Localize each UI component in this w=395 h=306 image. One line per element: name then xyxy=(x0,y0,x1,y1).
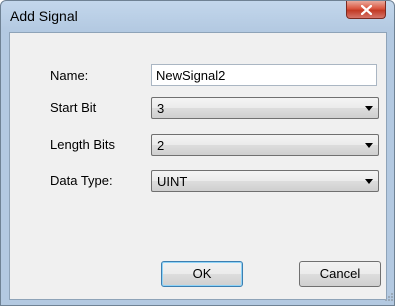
resize-grip[interactable] xyxy=(385,293,393,301)
data-type-select[interactable]: UINT xyxy=(151,170,379,192)
name-input[interactable]: NewSignal2 xyxy=(151,64,377,86)
cancel-button[interactable]: Cancel xyxy=(299,261,381,287)
chevron-down-icon xyxy=(365,143,373,148)
dialog-body: Name: NewSignal2 Start Bit 3 Length Bits… xyxy=(9,32,387,300)
dialog-title: Add Signal xyxy=(10,8,78,24)
start-bit-label: Start Bit xyxy=(50,100,97,115)
start-bit-value: 3 xyxy=(157,101,165,116)
data-type-label: Data Type: xyxy=(50,173,113,188)
name-label: Name: xyxy=(50,68,89,83)
start-bit-select[interactable]: 3 xyxy=(151,97,379,119)
close-button[interactable] xyxy=(346,1,386,19)
length-bits-select[interactable]: 2 xyxy=(151,134,379,156)
chevron-down-icon xyxy=(365,106,373,111)
length-bits-value: 2 xyxy=(157,138,165,153)
close-icon xyxy=(361,5,372,15)
chevron-down-icon xyxy=(365,179,373,184)
ok-button[interactable]: OK xyxy=(161,261,243,287)
title-bar[interactable]: Add Signal xyxy=(1,1,394,31)
data-type-value: UINT xyxy=(157,174,188,189)
length-bits-label: Length Bits xyxy=(50,137,116,152)
add-signal-dialog: Add Signal Name: NewSignal2 Start Bit 3 … xyxy=(0,0,395,306)
